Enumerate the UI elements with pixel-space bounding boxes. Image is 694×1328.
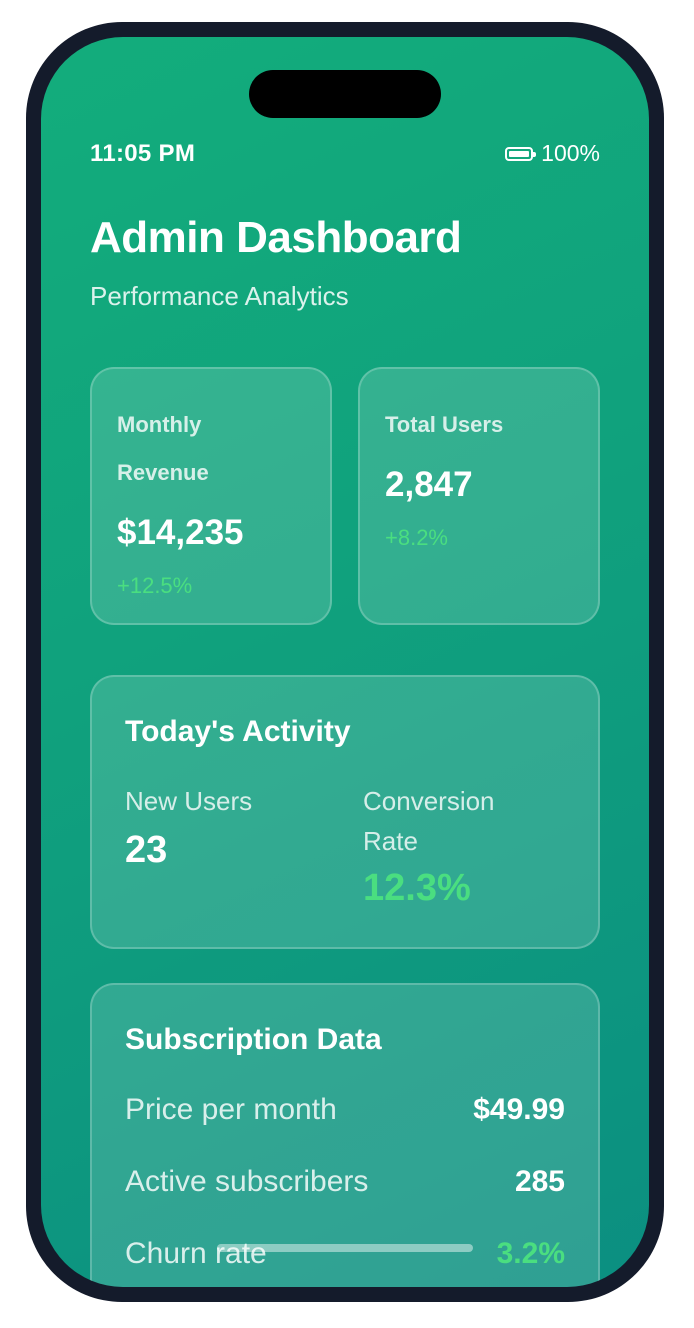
churn-value: 3.2% bbox=[496, 1237, 565, 1270]
users-value: 2,847 bbox=[385, 465, 473, 504]
churn-label: Churn rate bbox=[125, 1237, 267, 1270]
status-time: 11:05 PM bbox=[90, 140, 196, 167]
page-subtitle: Performance Analytics bbox=[90, 281, 349, 311]
price-label: Price per month bbox=[125, 1093, 337, 1126]
subscription-row: Churn rate 3.2% bbox=[125, 1237, 565, 1271]
battery-percent: 100% bbox=[541, 140, 600, 166]
activity-title: Today's Activity bbox=[125, 715, 351, 748]
users-change: +8.2% bbox=[385, 525, 448, 550]
subscription-title: Subscription Data bbox=[125, 1023, 382, 1056]
price-value: $49.99 bbox=[473, 1093, 565, 1126]
battery-icon bbox=[505, 146, 537, 161]
subscription-row: Price per month $49.99 bbox=[125, 1093, 565, 1127]
subscribers-value: 285 bbox=[514, 1165, 565, 1198]
users-card[interactable]: Total Users 2,847 +8.2% bbox=[358, 367, 600, 625]
conversion-label: Conversion Rate bbox=[363, 786, 495, 856]
home-indicator[interactable] bbox=[217, 1244, 473, 1252]
revenue-card[interactable]: Monthly Revenue $14,235 +12.5% bbox=[90, 367, 332, 625]
new-users-label: New Users bbox=[125, 786, 253, 816]
subscription-row: Active subscribers 285 bbox=[125, 1165, 565, 1199]
new-users-value: 23 bbox=[125, 829, 168, 871]
revenue-label: Monthly Revenue bbox=[117, 412, 209, 485]
phone-frame: 11:05 PM 100% Admin Dashboard Performanc… bbox=[26, 22, 664, 1302]
status-battery: 100% bbox=[505, 140, 600, 167]
activity-card[interactable]: Today's Activity New Users 23 Conversion… bbox=[90, 675, 600, 949]
revenue-change: +12.5% bbox=[117, 573, 193, 598]
dynamic-island bbox=[249, 70, 441, 118]
page-title: Admin Dashboard bbox=[90, 213, 462, 262]
subscribers-label: Active subscribers bbox=[125, 1165, 369, 1198]
revenue-value: $14,235 bbox=[117, 513, 244, 552]
subscription-card[interactable]: Subscription Data Price per month $49.99… bbox=[90, 983, 600, 1287]
conversion-value: 12.3% bbox=[363, 867, 471, 909]
screen: 11:05 PM 100% Admin Dashboard Performanc… bbox=[41, 37, 649, 1287]
users-label: Total Users bbox=[385, 412, 504, 437]
